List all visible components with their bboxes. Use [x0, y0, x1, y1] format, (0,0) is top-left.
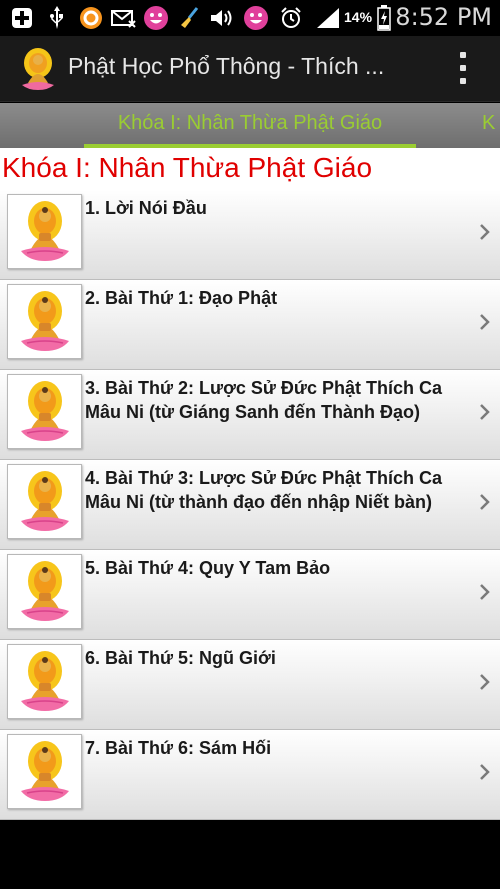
overflow-menu-icon[interactable] [458, 52, 468, 84]
list-item[interactable]: 3. Bài Thứ 2: Lược Sử Đức Phật Thích Ca … [0, 370, 500, 460]
lesson-list: 1. Lời Nói Đầu 2. Bài Thứ 1: Đạo Phật 3.… [0, 190, 500, 820]
list-item-label: 4. Bài Thứ 3: Lược Sử Đức Phật Thích Ca … [85, 468, 442, 512]
section-title: Khóa I: Nhân Thừa Phật Giáo [2, 152, 373, 183]
list-item-label: 5. Bài Thứ 4: Quy Y Tam Bảo [85, 558, 331, 578]
buddha-icon [7, 284, 82, 359]
list-item[interactable]: 6. Bài Thứ 5: Ngũ Giới [0, 640, 500, 730]
lesson-list-page: Khóa I: Nhân Thừa Phật Giáo 1. Lời Nói Đ… [0, 148, 500, 820]
buddha-icon [7, 734, 82, 809]
tab-label: Khóa I: Nhân Thừa Phật Giáo [117, 112, 383, 134]
list-item[interactable]: 2. Bài Thứ 1: Đạo Phật [0, 280, 500, 370]
buddha-icon [7, 464, 82, 539]
chevron-right-icon [478, 580, 492, 604]
chevron-right-icon [478, 670, 492, 694]
buddha-icon[interactable] [18, 47, 58, 91]
chevron-right-icon [478, 310, 492, 334]
email-icon [110, 4, 138, 32]
list-item[interactable]: 7. Bài Thứ 6: Sám Hối [0, 730, 500, 820]
buddha-icon [7, 374, 82, 449]
list-item-label: 1. Lời Nói Đầu [85, 198, 207, 218]
circle-app-icon [78, 4, 104, 32]
buddha-icon [7, 194, 82, 269]
chevron-right-icon [478, 400, 492, 424]
bottom-bar [0, 820, 500, 889]
alarm-icon [278, 4, 304, 32]
status-time: 8:52 PM [395, 3, 492, 31]
battery-icon [376, 4, 392, 32]
tab-next[interactable]: K [482, 103, 495, 143]
volume-icon [208, 4, 236, 32]
add-icon [8, 4, 36, 32]
broom-icon [176, 4, 202, 32]
chevron-right-icon [478, 220, 492, 244]
list-item-label: 7. Bài Thứ 6: Sám Hối [85, 738, 272, 758]
action-bar: Phật Học Phổ Thông - Thích ... [0, 36, 500, 102]
smiley-icon [142, 4, 170, 32]
list-item[interactable]: 1. Lời Nói Đầu [0, 190, 500, 280]
status-bar: 14% 8:52 PM [0, 0, 500, 36]
smiley-icon [242, 4, 270, 32]
tab-strip: Khóa I: Nhân Thừa Phật Giáo K [0, 103, 500, 148]
list-item[interactable]: 5. Bài Thứ 4: Quy Y Tam Bảo [0, 550, 500, 640]
app-title: Phật Học Phổ Thông - Thích ... [68, 53, 385, 79]
signal-icon [314, 4, 342, 32]
buddha-icon [7, 644, 82, 719]
buddha-icon [7, 554, 82, 629]
usb-icon [46, 4, 68, 32]
chevron-right-icon [478, 760, 492, 784]
tab-khoa-1[interactable]: Khóa I: Nhân Thừa Phật Giáo [84, 103, 416, 148]
list-item-label: 2. Bài Thứ 1: Đạo Phật [85, 288, 278, 308]
chevron-right-icon [478, 490, 492, 514]
list-item-label: 6. Bài Thứ 5: Ngũ Giới [85, 648, 276, 668]
list-item-label: 3. Bài Thứ 2: Lược Sử Đức Phật Thích Ca … [85, 378, 442, 422]
battery-percent: 14% [344, 9, 373, 25]
list-item[interactable]: 4. Bài Thứ 3: Lược Sử Đức Phật Thích Ca … [0, 460, 500, 550]
